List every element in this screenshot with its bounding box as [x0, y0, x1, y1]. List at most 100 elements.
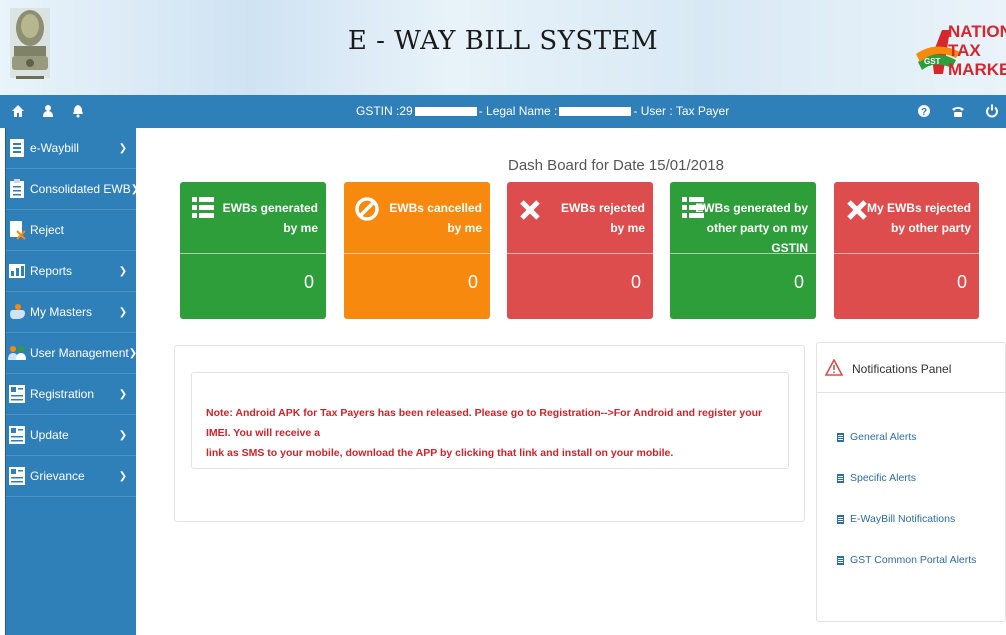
announcement-panel: Note: Android APK for Tax Payers has bee… [174, 345, 805, 522]
card-label-line1: EWBs generated [222, 201, 318, 215]
chevron-down-icon: ❯ [130, 183, 140, 195]
announcement-line-2: link as SMS to your mobile, download the… [206, 447, 674, 459]
card-count: 0 [303, 272, 314, 292]
sidebar-item-reports[interactable]: Reports ❯ [6, 251, 136, 292]
home-icon[interactable] [10, 102, 26, 120]
svg-text:GST: GST [924, 57, 941, 66]
app-title: E - WAY BILL SYSTEM [347, 26, 659, 56]
power-icon[interactable] [984, 102, 1000, 120]
document-icon [837, 473, 844, 483]
card-count: 0 [467, 272, 478, 292]
update-icon [9, 426, 25, 444]
card-ewbs-cancelled-by-me[interactable]: EWBs cancelled by me 0 [344, 182, 490, 319]
sidebar-item-grievance[interactable]: Grievance ❯ [6, 456, 136, 497]
sidebar-item-label: Consolidated EWB [30, 182, 131, 196]
sidebar-item-user-management[interactable]: User Management ❯ [6, 333, 138, 374]
announcement-text: Note: Android APK for Tax Payers has bee… [206, 403, 781, 463]
ntm-line-2: TAX [948, 41, 981, 60]
notifications-panel: Notifications Panel General Alerts Speci… [816, 342, 1006, 622]
bell-icon[interactable] [70, 102, 86, 120]
card-label-line1: EWBs cancelled [389, 201, 482, 215]
card-label-line2: by me [610, 221, 645, 235]
report-icon [9, 264, 25, 278]
page-header: E - WAY BILL SYSTEM GST NATION TAX MARKE… [0, 0, 1006, 95]
chevron-down-icon: ❯ [118, 265, 128, 277]
document-icon [837, 432, 844, 442]
card-count: 0 [793, 272, 804, 292]
ntm-line-1: NATION [948, 22, 1006, 41]
notifications-title: Notifications Panel [852, 362, 952, 376]
redacted-gstin [414, 107, 477, 117]
ban-icon [355, 197, 379, 221]
card-label-line2: by me [283, 221, 318, 235]
redacted-legal-name [559, 107, 632, 117]
sidebar-item-e-waybill[interactable]: e-Waybill ❯ [6, 128, 136, 169]
help-icon[interactable]: ? [916, 102, 932, 120]
sidebar-item-consolidated-ewb[interactable]: Consolidated EWB ❯ [6, 169, 140, 210]
sidebar-item-label: Registration [30, 387, 95, 401]
user-icon[interactable] [40, 102, 56, 120]
list-icon [192, 197, 214, 218]
sidebar-item-label: Reports [30, 264, 73, 278]
chevron-down-icon: ❯ [118, 306, 128, 318]
card-count: 0 [956, 272, 967, 292]
hand-icon [10, 304, 25, 319]
sidebar-menu: e-Waybill ❯ Consolidated EWB ❯ Reject Re… [5, 128, 140, 635]
chevron-down-icon: ❯ [118, 429, 128, 441]
sidebar-item-my-masters[interactable]: My Masters ❯ [6, 292, 136, 333]
top-nav-bar: GSTIN :29 - Legal Name : - User : Tax Paye… [0, 95, 1006, 128]
document-icon [10, 139, 24, 157]
ntm-logo-text: NATION TAX MARKET [948, 22, 1006, 79]
user-label: - User : Tax Payer [633, 104, 730, 118]
chevron-down-icon: ❯ [118, 142, 128, 154]
registration-icon [9, 385, 25, 403]
link-label: GST Common Portal Alerts [850, 554, 977, 566]
sidebar-item-label: User Management [30, 346, 129, 360]
reject-doc-icon [10, 221, 26, 240]
document-icon [837, 514, 844, 524]
phone-icon[interactable] [950, 102, 966, 120]
link-specific-alerts[interactable]: Specific Alerts [837, 472, 916, 484]
sidebar-item-update[interactable]: Update ❯ [6, 415, 136, 456]
link-general-alerts[interactable]: General Alerts [837, 431, 917, 443]
sidebar-item-label: My Masters [30, 305, 93, 319]
link-label: E-WayBill Notifications [850, 513, 956, 525]
notifications-header: Notifications Panel [817, 343, 1006, 393]
card-count: 0 [630, 272, 641, 292]
gstin-prefix: GSTIN :29 [356, 104, 413, 118]
card-ewbs-generated-by-me[interactable]: EWBs generated by me 0 [180, 182, 326, 319]
sidebar-item-label: Reject [30, 223, 65, 237]
card-label-line1: EWBs generated by [695, 201, 808, 215]
card-label-line2: by me [447, 221, 482, 235]
sidebar-item-label: Update [30, 428, 69, 442]
users-icon [8, 346, 26, 360]
svg-text:?: ? [921, 107, 927, 118]
grievance-icon [9, 467, 25, 485]
chevron-down-icon: ❯ [118, 470, 128, 482]
card-ewbs-generated-by-other-party[interactable]: EWBs generated by other party on my GSTIN… [670, 182, 816, 319]
clipboard-icon [10, 179, 24, 198]
card-label-line2: by other party [890, 221, 971, 235]
card-my-ewbs-rejected-by-other-party[interactable]: My EWBs rejected by other party 0 [834, 182, 979, 319]
sidebar-item-reject[interactable]: Reject [6, 210, 136, 251]
chevron-down-icon: ❯ [128, 347, 138, 359]
warning-icon [825, 359, 843, 376]
card-label-line1: My EWBs rejected [866, 201, 971, 215]
sidebar-item-label: e-Waybill [30, 141, 79, 155]
link-label: General Alerts [850, 431, 917, 443]
card-label-line1: EWBs rejected [560, 201, 645, 215]
link-gst-common-portal-alerts[interactable]: GST Common Portal Alerts [837, 554, 976, 566]
dashboard-title: Dash Board for Date 15/01/2018 [508, 157, 724, 174]
card-label-line2: other party on my GSTIN [706, 221, 808, 255]
cross-icon [520, 200, 540, 220]
announcement-box: Note: Android APK for Tax Payers has bee… [191, 372, 789, 469]
announcement-line-1: Note: Android APK for Tax Payers has bee… [206, 407, 763, 439]
sidebar-item-label: Grievance [30, 469, 85, 483]
sidebar-item-registration[interactable]: Registration ❯ [6, 374, 136, 415]
card-ewbs-rejected-by-me[interactable]: EWBs rejected by me 0 [507, 182, 653, 319]
link-label: Specific Alerts [850, 472, 916, 484]
link-ewaybill-notifications[interactable]: E-WayBill Notifications [837, 513, 955, 525]
legal-name-label: - Legal Name : [478, 104, 558, 118]
gstin-info: GSTIN :29 - Legal Name : - User : Tax Paye… [356, 104, 729, 118]
chevron-down-icon: ❯ [118, 388, 128, 400]
